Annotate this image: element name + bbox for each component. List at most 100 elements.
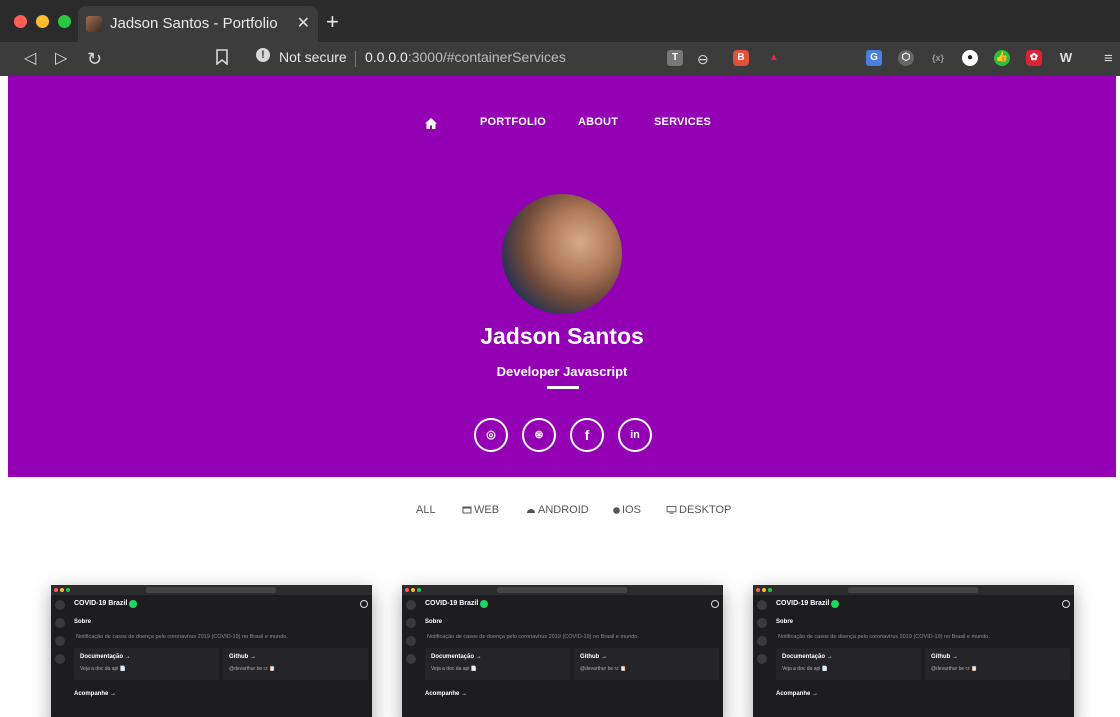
card-home-icon	[406, 600, 416, 610]
address-bar[interactable]: 0.0.0.0:3000/#containerServices	[365, 49, 566, 65]
card-window-bar	[51, 585, 372, 595]
translate-extension-icon[interactable]: G	[866, 50, 882, 66]
maximize-window-button[interactable]	[58, 15, 71, 28]
instagram-icon[interactable]: ◎	[474, 418, 508, 452]
card-window-bar	[753, 585, 1074, 595]
wikipedia-extension-icon[interactable]: W	[1058, 50, 1074, 66]
tab-title: Jadson Santos - Portfolio	[110, 15, 278, 32]
card-section: Sobre	[776, 619, 794, 625]
filter-desktop[interactable]: DESKTOP	[666, 504, 731, 516]
card-window-bar	[402, 585, 723, 595]
apple-icon	[613, 507, 620, 514]
card-github-box: Github → @devarthur be rz 📋	[925, 648, 1070, 680]
filter-all[interactable]: ALL	[416, 504, 436, 516]
card-description: Notificação de casos de doença pelo coro…	[427, 634, 639, 640]
card-github-title: Github →	[931, 654, 958, 660]
card-home-icon	[757, 600, 767, 610]
card-doc-title: Documentação →	[782, 654, 833, 660]
filter-label: ANDROID	[538, 504, 589, 516]
filter-ios[interactable]: IOS	[613, 504, 641, 516]
filter-label: ALL	[416, 504, 436, 516]
card-doc-box: Documentação → Veja a doc da api 📄	[776, 648, 921, 680]
facebook-icon[interactable]: f	[570, 418, 604, 452]
browser-tab[interactable]: Jadson Santos - Portfolio ✕	[78, 6, 318, 42]
card-doc-box: Documentação → Veja a doc da api 📄	[74, 648, 219, 680]
card-side-icon	[55, 654, 65, 664]
card-title: COVID-19 Brazil	[74, 600, 128, 607]
security-label[interactable]: Not secure	[279, 49, 347, 65]
favicon-icon	[86, 16, 102, 32]
card-side-icon	[55, 618, 65, 628]
zoom-out-icon[interactable]: ⊖	[697, 49, 709, 69]
filter-label: DESKTOP	[679, 504, 732, 516]
url-divider	[355, 51, 356, 67]
card-title: COVID-19 Brazil	[425, 600, 479, 607]
rewards-icon[interactable]: ▲	[766, 50, 782, 66]
card-doc-sub: Veja a doc da api 📄	[431, 666, 477, 672]
info-icon[interactable]: !	[256, 48, 270, 62]
card-github-box: Github → @devarthur be rz 📋	[574, 648, 719, 680]
filter-label: IOS	[622, 504, 641, 516]
card-github-icon	[711, 600, 719, 608]
card-side-icon	[757, 618, 767, 628]
card-github-title: Github →	[580, 654, 607, 660]
forward-icon[interactable]: ▷	[55, 49, 67, 69]
github-extension-icon[interactable]: ●	[962, 50, 978, 66]
card-doc-title: Documentação →	[431, 654, 482, 660]
card-github-sub: @devarthur be rz 📋	[229, 666, 276, 672]
card-section: Sobre	[425, 619, 443, 625]
title-divider	[547, 386, 579, 389]
new-tab-button[interactable]: +	[326, 11, 339, 33]
card-side-icon	[406, 636, 416, 646]
card-description: Notificação de casos de doença pelo coro…	[778, 634, 990, 640]
card-github-icon	[360, 600, 368, 608]
close-window-button[interactable]	[14, 15, 27, 28]
reload-icon[interactable]: ↻	[87, 49, 102, 69]
profile-role: Developer Javascript	[496, 364, 628, 379]
virus-icon	[831, 600, 839, 608]
extension-red-icon[interactable]: ✿	[1026, 50, 1042, 66]
card-github-title: Github →	[229, 654, 256, 660]
project-card[interactable]: COVID-19 Brazil Sobre Notificação de cas…	[402, 585, 723, 717]
card-doc-box: Documentação → Veja a doc da api 📄	[425, 648, 570, 680]
filter-android[interactable]: ANDROID	[526, 504, 589, 516]
card-github-box: Github → @devarthur be rz 📋	[223, 648, 368, 680]
extension-hex-icon[interactable]: ⬡	[898, 50, 914, 66]
linkedin-icon[interactable]: in	[618, 418, 652, 452]
card-follow: Acompanhe →	[74, 691, 117, 697]
card-side-icon	[55, 636, 65, 646]
translate-icon[interactable]: T	[667, 50, 683, 66]
browser-toolbar: ◁ ▷ ↻ ! Not secure 0.0.0.0:3000/#contain…	[0, 42, 1120, 76]
menu-icon[interactable]: ≡	[1104, 49, 1113, 69]
brave-shield-icon[interactable]: B	[733, 50, 749, 66]
bookmark-icon[interactable]	[216, 49, 228, 71]
browser-window: Jadson Santos - Portfolio ✕ + ◁ ▷ ↻ ! No…	[0, 0, 1120, 717]
profile-name: Jadson Santos	[480, 323, 644, 349]
card-side-icon	[757, 654, 767, 664]
back-icon[interactable]: ◁	[24, 49, 36, 69]
nav-portfolio[interactable]: PORTFOLIO	[480, 116, 546, 128]
card-github-sub: @devarthur be rz 📋	[580, 666, 627, 672]
card-title: COVID-19 Brazil	[776, 600, 830, 607]
virus-icon	[480, 600, 488, 608]
card-side-icon	[406, 654, 416, 664]
avatar	[502, 194, 622, 314]
card-follow: Acompanhe →	[776, 691, 819, 697]
card-doc-sub: Veja a doc da api 📄	[782, 666, 828, 672]
tab-close-icon[interactable]: ✕	[297, 13, 310, 33]
card-github-sub: @devarthur be rz 📋	[931, 666, 978, 672]
minimize-window-button[interactable]	[36, 15, 49, 28]
home-icon[interactable]	[425, 118, 437, 129]
project-card[interactable]: COVID-19 Brazil Sobre Notificação de cas…	[753, 585, 1074, 717]
hero-section: PORTFOLIO ABOUT SERVICES Jadson Santos D…	[8, 76, 1116, 477]
github-icon[interactable]: ⊛	[522, 418, 556, 452]
project-card[interactable]: COVID-19 Brazil Sobre Notificação de cas…	[51, 585, 372, 717]
extension-braces-icon[interactable]: {x}	[930, 50, 946, 66]
thumbs-up-extension-icon[interactable]: 👍	[994, 50, 1010, 66]
nav-services[interactable]: SERVICES	[654, 116, 711, 128]
desktop-icon	[666, 506, 677, 514]
card-github-icon	[1062, 600, 1070, 608]
url-path: :3000/#containerServices	[407, 49, 566, 65]
filter-web[interactable]: WEB	[462, 504, 499, 516]
nav-about[interactable]: ABOUT	[578, 116, 618, 128]
